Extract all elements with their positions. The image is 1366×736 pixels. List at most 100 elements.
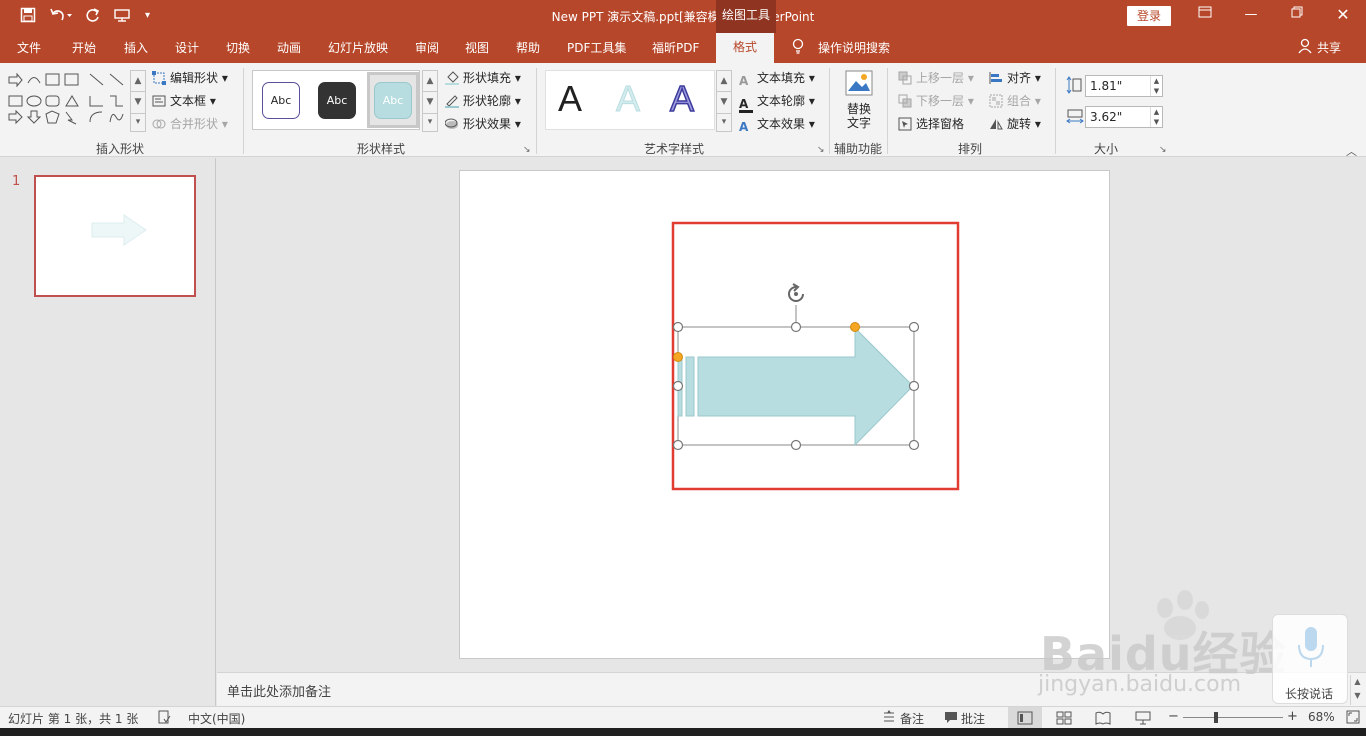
tab-animations[interactable]: 动画	[277, 39, 301, 56]
slideshow-view-icon[interactable]	[1135, 711, 1151, 728]
shape-fill-button[interactable]: 形状填充 ▾	[445, 70, 521, 86]
resize-handle-top[interactable]	[790, 321, 802, 333]
fit-to-window-icon[interactable]	[1345, 709, 1361, 728]
gallery-up-icon[interactable]: ▲	[716, 70, 732, 92]
resize-handle-bottom-right[interactable]	[908, 439, 920, 451]
wordart-style-outline[interactable]: A	[669, 78, 695, 120]
gallery-down-icon[interactable]: ▼	[130, 92, 146, 114]
selection-pane-button[interactable]: 选择窗格	[898, 116, 964, 132]
ribbon-display-options-icon[interactable]	[1191, 5, 1219, 25]
language-status[interactable]: 中文(中国)	[188, 710, 245, 727]
tab-slideshow[interactable]: 幻灯片放映	[328, 39, 388, 56]
resize-handle-left[interactable]	[672, 380, 684, 392]
shape-style-outline[interactable]: Abc	[262, 82, 300, 119]
size-launcher-icon[interactable]: ↘	[1159, 145, 1167, 155]
shapes-gallery[interactable]	[6, 70, 130, 132]
comments-button[interactable]: 批注	[961, 710, 985, 727]
zoom-slider-track[interactable]	[1183, 717, 1283, 718]
text-box-button[interactable]: 文本框 ▾	[152, 93, 216, 109]
send-backward-button[interactable]: 下移一层 ▾	[898, 93, 974, 109]
rotation-handle-icon[interactable]	[788, 283, 804, 302]
save-icon[interactable]	[20, 7, 36, 27]
spinner-arrows-icon[interactable]: ▲ ▼	[1150, 76, 1162, 96]
resize-handle-bottom-left[interactable]	[672, 439, 684, 451]
spinner-arrows-icon[interactable]: ▲ ▼	[1150, 107, 1162, 127]
text-effects-button[interactable]: A 文本效果 ▾	[739, 116, 815, 134]
close-icon[interactable]: ✕	[1329, 5, 1357, 25]
bring-forward-button[interactable]: 上移一层 ▾	[898, 70, 974, 86]
undo-icon[interactable]	[50, 7, 72, 27]
slide-sorter-icon[interactable]	[1056, 711, 1072, 728]
tab-transitions[interactable]: 切换	[226, 39, 250, 56]
tab-home[interactable]: 开始	[72, 39, 96, 56]
adjust-handle-arrowhead[interactable]	[850, 322, 860, 332]
resize-handle-top-right[interactable]	[908, 321, 920, 333]
shape-height-input[interactable]: 1.81" ▲ ▼	[1085, 75, 1163, 97]
gallery-down-icon[interactable]: ▼	[716, 92, 732, 114]
tab-view[interactable]: 视图	[465, 39, 489, 56]
slide-thumbnail[interactable]	[34, 175, 196, 297]
gallery-more-icon[interactable]: ▾	[130, 114, 146, 132]
tab-pdf-tools[interactable]: PDF工具集	[567, 39, 626, 56]
spell-check-icon[interactable]	[157, 710, 171, 727]
wordart-launcher-icon[interactable]: ↘	[817, 145, 825, 155]
zoom-level[interactable]: 68%	[1308, 710, 1335, 724]
shape-style-dark[interactable]: Abc	[318, 82, 356, 119]
striped-arrow-shape[interactable]	[677, 326, 914, 447]
shape-effects-button[interactable]: 形状效果 ▾	[444, 116, 521, 132]
tab-review[interactable]: 审阅	[415, 39, 439, 56]
login-button[interactable]: 登录	[1127, 6, 1171, 26]
gallery-up-icon[interactable]: ▲	[130, 70, 146, 92]
adjust-handle-shaft[interactable]	[673, 352, 683, 362]
zoom-in-icon[interactable]: +	[1287, 709, 1298, 724]
minimize-icon[interactable]: —	[1237, 5, 1265, 25]
tab-design[interactable]: 设计	[175, 39, 199, 56]
zoom-out-icon[interactable]: −	[1168, 709, 1179, 724]
align-button[interactable]: 对齐 ▾	[989, 70, 1041, 86]
redo-icon[interactable]	[85, 7, 101, 27]
share-icon[interactable]	[1298, 38, 1312, 57]
collapse-ribbon-icon[interactable]: ︿	[1346, 143, 1357, 159]
wordart-scroll[interactable]: ▲ ▼ ▾	[716, 70, 732, 132]
customize-qat-icon[interactable]: ▾	[145, 7, 150, 25]
notes-scrollbar[interactable]: ▲ ▼	[1350, 675, 1364, 705]
start-from-beginning-icon[interactable]	[113, 7, 133, 27]
shape-width-input[interactable]: 3.62" ▲ ▼	[1085, 106, 1163, 128]
share-button[interactable]: 共享	[1317, 39, 1341, 56]
gallery-more-icon[interactable]: ▾	[716, 114, 732, 132]
text-outline-button[interactable]: A 文本轮廓 ▾	[739, 93, 815, 113]
resize-handle-top-left[interactable]	[672, 321, 684, 333]
zoom-slider-thumb[interactable]	[1214, 712, 1218, 723]
shapes-gallery-scroll[interactable]: ▲ ▼ ▾	[130, 70, 146, 132]
group-objects-button[interactable]: 组合 ▾	[989, 93, 1041, 109]
wordart-style-light[interactable]: A	[615, 78, 640, 119]
tab-foxit-pdf[interactable]: 福昕PDF	[652, 39, 699, 56]
merge-shapes-button[interactable]: 合并形状 ▾	[152, 116, 228, 132]
notes-pane[interactable]: 单击此处添加备注 ▲ ▼	[217, 672, 1366, 706]
shape-outline-button[interactable]: 形状轮廓 ▾	[445, 93, 521, 109]
slide-canvas[interactable]	[459, 170, 1110, 659]
gallery-up-icon[interactable]: ▲	[422, 70, 438, 92]
tab-insert[interactable]: 插入	[124, 39, 148, 56]
tab-file[interactable]: 文件	[17, 39, 41, 56]
tab-format[interactable]: 格式	[716, 33, 774, 64]
reading-view-icon[interactable]	[1095, 711, 1111, 728]
notes-toggle-icon[interactable]	[882, 710, 896, 727]
tell-me-search[interactable]: 操作说明搜索	[818, 39, 890, 56]
shape-styles-scroll[interactable]: ▲ ▼ ▾	[422, 70, 438, 132]
gallery-more-icon[interactable]: ▾	[422, 114, 438, 132]
resize-handle-right[interactable]	[908, 380, 920, 392]
restore-icon[interactable]	[1283, 5, 1311, 25]
shape-styles-launcher-icon[interactable]: ↘	[523, 145, 531, 155]
notes-toggle-button[interactable]: 备注	[900, 710, 924, 727]
comments-icon[interactable]	[944, 710, 958, 727]
text-fill-button[interactable]: A 文本填充 ▾	[739, 70, 815, 88]
edit-shape-button[interactable]: 编辑形状 ▾	[152, 70, 228, 86]
resize-handle-bottom[interactable]	[790, 439, 802, 451]
alt-text-button[interactable]: 替换 文字	[840, 69, 878, 139]
wordart-style-black[interactable]: A	[558, 79, 582, 119]
shape-style-light-teal[interactable]: Abc	[374, 82, 412, 119]
rotate-button[interactable]: 旋转 ▾	[989, 116, 1041, 132]
tab-help[interactable]: 帮助	[516, 39, 540, 56]
voice-input-widget[interactable]: 长按说话	[1272, 614, 1348, 704]
